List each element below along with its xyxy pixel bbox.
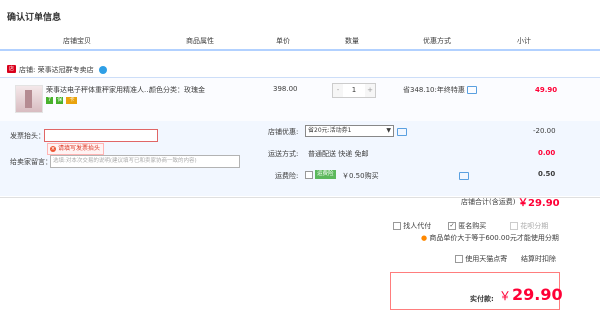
proxy-pay-option: 找人代付	[393, 221, 431, 231]
discount-info-icon[interactable]	[397, 128, 407, 136]
anonymous-option: ✓ 匿名购买	[448, 221, 486, 231]
promo-text: 省348.10:年终特惠	[403, 85, 478, 95]
wangwang-chat-icon[interactable]	[98, 66, 107, 74]
pay-currency: ￥	[499, 289, 512, 303]
pay-summary-box: 实付款: ￥ 29.90	[390, 272, 563, 310]
service-badges: 7 保 卡	[46, 96, 78, 104]
seven-day-return-icon: 7	[46, 96, 53, 104]
item-price: 398.00	[273, 85, 298, 93]
promo-label: 省348.10:年终特惠	[403, 86, 465, 94]
pickup-deduct-note: 结算时扣除	[521, 255, 556, 263]
item-subtotal: 49.90	[535, 86, 558, 94]
huabei-label: 花呗分期	[520, 222, 549, 230]
huabei-note-text: 商品单价大于等于600.00元才能使用分期	[429, 234, 559, 242]
pickup-checkbox[interactable]	[455, 255, 463, 263]
quantity-input[interactable]: 1	[344, 84, 364, 97]
error-icon: ×	[50, 146, 56, 152]
col-promo: 优惠方式	[423, 37, 451, 45]
col-attr: 商品属性	[186, 37, 214, 45]
item-name[interactable]: 荣事达电子秤体重秤家用精准人...	[46, 85, 151, 95]
shop-total-label: 店铺合计(含运费)	[461, 198, 516, 206]
shop-line: 店铺: 荣事达冠群专卖店	[19, 65, 107, 75]
anonymous-checkbox[interactable]: ✓	[448, 222, 456, 230]
increase-qty-button[interactable]: +	[365, 84, 375, 97]
invoice-error-text: 请填写发票抬头	[58, 145, 101, 152]
seller-message-input[interactable]: 选填:对本次交易的说明(建议填写已和卖家协商一致的内容)	[50, 155, 240, 168]
card-icon: 卡	[66, 96, 78, 104]
chevron-down-icon: ▼	[386, 127, 391, 134]
huabei-note: ● 商品单价大于等于600.00元才能使用分期	[421, 233, 559, 243]
decrease-qty-button[interactable]: -	[333, 84, 343, 97]
tmall-shop-icon: 店	[7, 65, 16, 73]
discount-amount: -20.00	[533, 127, 556, 135]
lightbulb-icon: ●	[421, 234, 428, 242]
insurance-checkbox[interactable]	[305, 171, 313, 179]
insurance-tag: 运费险	[315, 170, 336, 179]
promo-info-icon[interactable]	[467, 86, 478, 94]
anonymous-label: 匿名购买	[458, 222, 487, 230]
shipping-amount: 0.00	[538, 149, 556, 157]
proxy-pay-label: 找人代付	[403, 222, 432, 230]
table-header: 店铺宝贝 商品属性 单价 数量 优惠方式 小计	[0, 32, 600, 48]
insurance-price: ￥0.50购买	[342, 172, 379, 180]
col-price: 单价	[276, 37, 290, 45]
discount-label: 店铺优惠:	[268, 128, 299, 136]
pickup-label: 使用天猫点寄	[465, 255, 508, 263]
invoice-label: 发票抬头：	[10, 132, 45, 140]
quantity-stepper: - 1 +	[332, 83, 376, 98]
col-qty: 数量	[345, 37, 359, 45]
item-attr: 颜色分类：玫瑰金	[149, 86, 205, 94]
coupon-select-value: 省20元:活动券1	[308, 127, 352, 134]
insurance-label: 运费险:	[275, 172, 299, 180]
shipping-label: 运送方式:	[268, 150, 299, 158]
message-label: 给卖家留言：	[10, 158, 52, 166]
invoice-title-input[interactable]	[44, 129, 158, 142]
shop-name[interactable]: 荣事达冠群专卖店	[38, 66, 94, 74]
huabei-checkbox[interactable]	[510, 222, 518, 230]
item-row	[0, 77, 600, 122]
insurance-info-icon[interactable]	[459, 172, 469, 180]
col-item: 店铺宝贝	[63, 37, 91, 45]
pay-amount: 29.90	[512, 285, 563, 304]
col-subtotal: 小计	[517, 37, 531, 45]
invoice-error: × 请填写发票抬头	[47, 143, 105, 155]
pickup-option: 使用天猫点寄	[455, 254, 507, 264]
shop-label: 店铺:	[19, 66, 36, 74]
item-thumbnail[interactable]	[15, 85, 43, 113]
huabei-option: 花呗分期	[510, 221, 548, 231]
shop-total-value: ￥29.90	[518, 198, 560, 209]
header-divider	[0, 49, 600, 51]
proxy-pay-checkbox[interactable]	[393, 222, 401, 230]
shipping-method: 普通配送 快递 免邮	[308, 150, 369, 158]
page-title: 确认订单信息	[7, 13, 62, 23]
pay-label: 实付款:	[470, 295, 494, 303]
coupon-select[interactable]: 省20元:活动券1 ▼	[305, 125, 394, 137]
insurance-amount: 0.50	[538, 170, 556, 178]
guarantee-icon: 保	[56, 96, 64, 104]
